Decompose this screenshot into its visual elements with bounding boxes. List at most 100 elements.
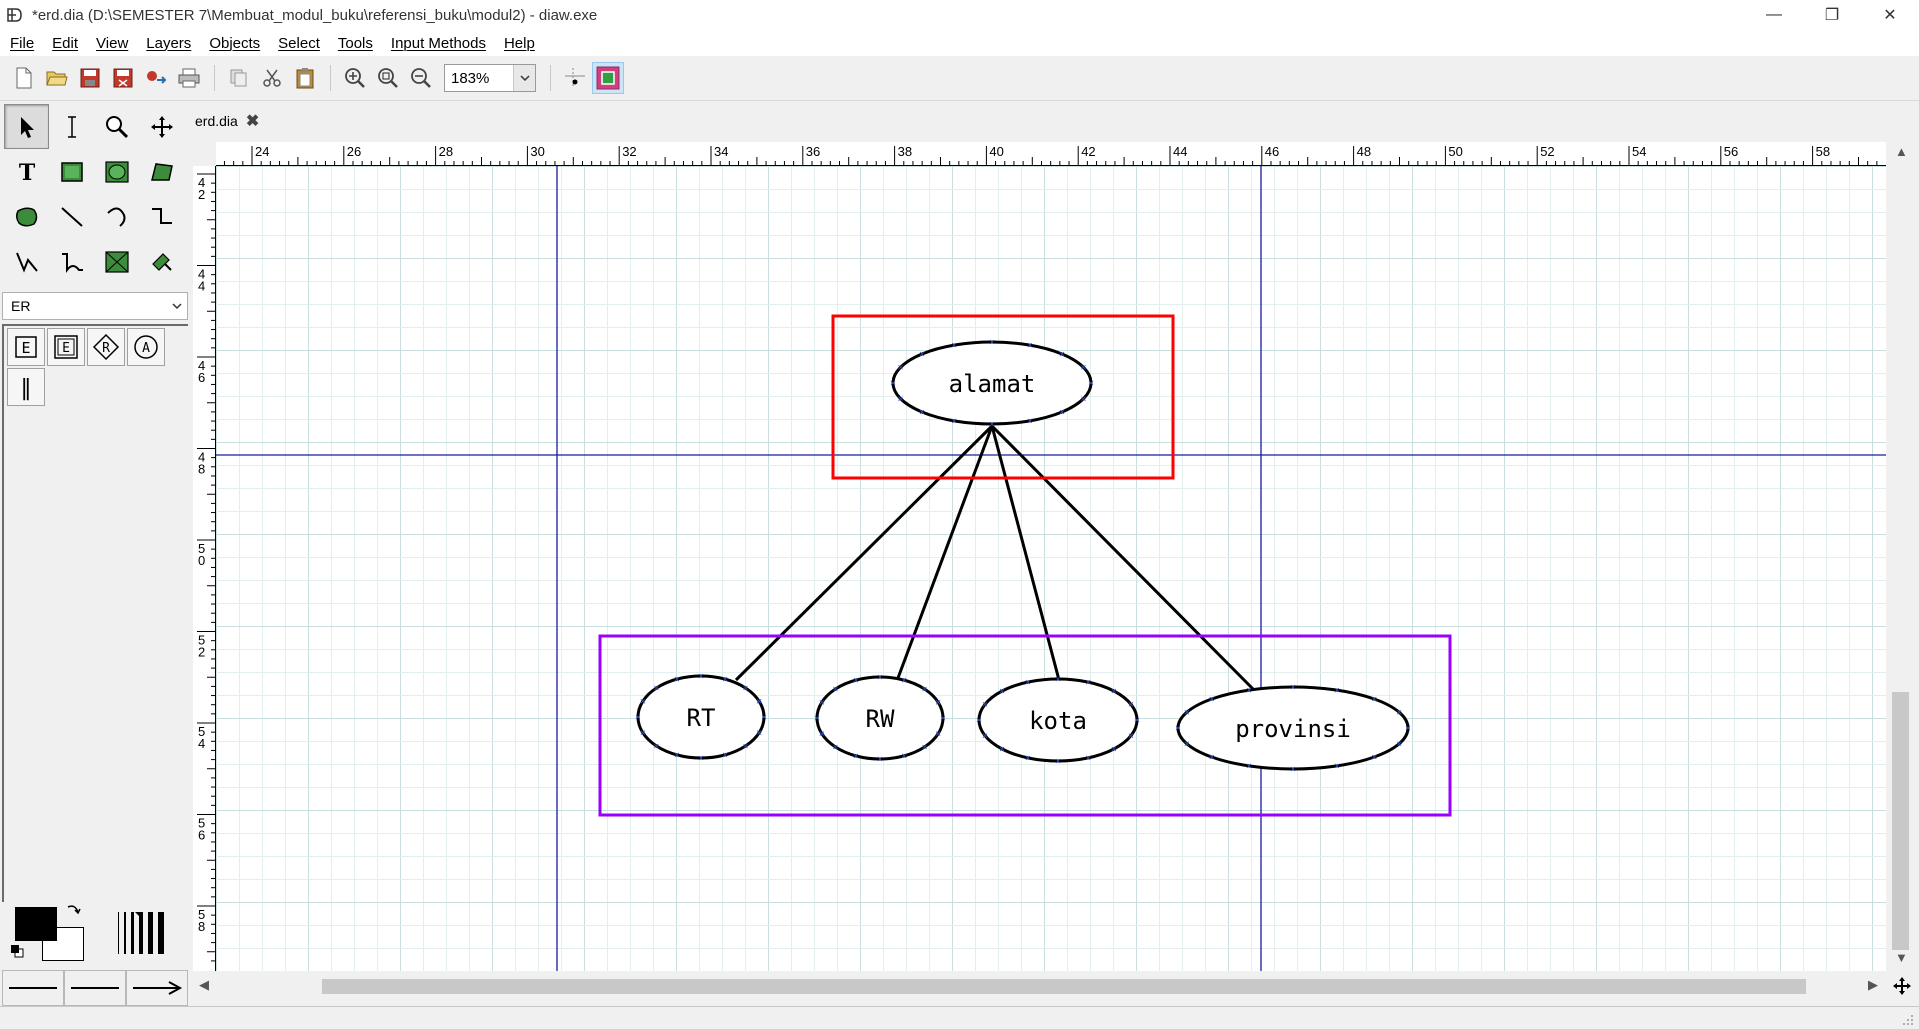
- line-type-selector[interactable]: [64, 970, 126, 1006]
- menu-help[interactable]: Help: [504, 35, 535, 52]
- line-tool[interactable]: [49, 194, 94, 239]
- arc-tool[interactable]: [94, 194, 139, 239]
- ruler-label: 48: [1357, 144, 1371, 159]
- outline-tool[interactable]: [139, 239, 184, 284]
- vertical-scrollbar[interactable]: ▲ ▼: [1888, 142, 1914, 971]
- horizontal-scrollbar[interactable]: ◀ ▶: [193, 974, 1888, 998]
- navigation-icon[interactable]: [1892, 976, 1912, 996]
- copy-button[interactable]: [223, 62, 255, 94]
- menu-select[interactable]: Select: [278, 35, 320, 52]
- bezier-icon: [61, 252, 83, 273]
- image-tool[interactable]: [94, 239, 139, 284]
- window-title: *erd.dia (D:\SEMESTER 7\Membuat_modul_bu…: [32, 6, 598, 24]
- reset-colors-icon[interactable]: [10, 944, 24, 958]
- connection-alamat-rt[interactable]: [734, 424, 994, 682]
- svg-text:E: E: [21, 339, 30, 357]
- ruler-label-digit: 6: [198, 370, 205, 385]
- pointer-tool[interactable]: [4, 104, 49, 149]
- menu-layers[interactable]: Layers: [146, 35, 191, 52]
- menu-edit[interactable]: Edit: [52, 35, 78, 52]
- scroll-down-icon[interactable]: ▼: [1895, 950, 1908, 965]
- resize-grip-icon[interactable]: [1901, 1013, 1915, 1027]
- text-edit-tool[interactable]: [49, 104, 94, 149]
- attribute-object[interactable]: A: [127, 328, 165, 366]
- sheet-selector[interactable]: ER: [2, 292, 188, 320]
- entity-object[interactable]: E: [7, 328, 45, 366]
- ruler-label-digit: 0: [198, 553, 205, 568]
- open-button[interactable]: [41, 62, 73, 94]
- ruler-label: 46: [1265, 144, 1279, 159]
- close-tab-icon[interactable]: ✖: [246, 111, 259, 131]
- ellipse-tool[interactable]: [94, 149, 139, 194]
- attribute-alamat-label: alamat: [949, 370, 1036, 398]
- diagram-canvas[interactable]: alamat RT RW kota provinsi: [216, 166, 1886, 971]
- chevron-down-icon[interactable]: [513, 65, 535, 91]
- close-button[interactable]: ✕: [1861, 0, 1919, 30]
- ruler-label: 40: [989, 144, 1003, 159]
- new-diagram-button[interactable]: [8, 62, 40, 94]
- connection-alamat-kota[interactable]: [990, 425, 1061, 681]
- paste-button[interactable]: [289, 62, 321, 94]
- arrow-right-icon: [133, 981, 183, 995]
- scroll-right-icon[interactable]: ▶: [1868, 977, 1878, 993]
- sheet-name[interactable]: ER: [3, 298, 167, 314]
- cut-button[interactable]: [256, 62, 288, 94]
- zoom-combo[interactable]: 183%: [444, 64, 536, 92]
- save-button[interactable]: [74, 62, 106, 94]
- weak-entity-object[interactable]: E: [47, 328, 85, 366]
- toolbar-separator: [214, 65, 215, 91]
- polyline-icon: [15, 252, 38, 273]
- zoom-value[interactable]: 183%: [445, 70, 513, 87]
- chevron-down-icon[interactable]: [167, 302, 187, 310]
- vertical-scroll-thumb[interactable]: [1892, 692, 1909, 950]
- color-selector[interactable]: [10, 902, 90, 962]
- line-style-selector: [2, 970, 188, 1006]
- print-button[interactable]: [173, 62, 205, 94]
- menu-tools[interactable]: Tools: [338, 35, 373, 52]
- save-as-button[interactable]: [107, 62, 139, 94]
- diagram-surface[interactable]: alamat RT RW kota provinsi: [216, 166, 1886, 971]
- menu-view[interactable]: View: [96, 35, 128, 52]
- main-toolbar: 183%: [0, 56, 1919, 101]
- participation-object[interactable]: ‖: [7, 368, 45, 406]
- line-width-selector[interactable]: [115, 910, 167, 956]
- box-tool[interactable]: [49, 149, 94, 194]
- zoom-out-button[interactable]: [405, 62, 437, 94]
- beziergon-tool[interactable]: [4, 194, 49, 239]
- magnify-icon: [105, 115, 128, 138]
- ruler-label: 50: [1448, 144, 1462, 159]
- swap-colors-icon[interactable]: [65, 902, 83, 920]
- menu-input-methods[interactable]: Input Methods: [391, 35, 486, 52]
- foreground-color-swatch[interactable]: [15, 907, 57, 941]
- scroll-left-icon[interactable]: ◀: [199, 977, 209, 993]
- scroll-up-icon[interactable]: ▲: [1895, 144, 1908, 159]
- ruler-label: 56: [1724, 144, 1738, 159]
- scroll-tool[interactable]: [139, 104, 184, 149]
- text-icon: T: [18, 160, 35, 184]
- export-button[interactable]: [140, 62, 172, 94]
- tab-erd-dia[interactable]: erd.dia ✖: [193, 105, 273, 137]
- zigzag-line-tool[interactable]: [139, 194, 184, 239]
- bezier-line-tool[interactable]: [49, 239, 94, 284]
- magnify-tool[interactable]: [94, 104, 139, 149]
- text-tool[interactable]: T: [4, 149, 49, 194]
- menu-file[interactable]: File: [10, 35, 34, 52]
- horizontal-scroll-thumb[interactable]: [322, 979, 1806, 994]
- snap-to-objects-button[interactable]: [592, 62, 624, 94]
- zoom-in-button[interactable]: [339, 62, 371, 94]
- start-arrow-selector[interactable]: [2, 970, 64, 1006]
- connection-alamat-rw[interactable]: [896, 425, 994, 679]
- horizontal-ruler: 24 26 28 30 32 34 36 38 40 42 44 46 48 50 52 54 56 58: [216, 142, 1886, 166]
- end-arrow-selector[interactable]: [126, 970, 188, 1006]
- snap-to-grid-button[interactable]: [559, 62, 591, 94]
- horizontal-ruler-graphic: 24 26 28 30 32 34 36 38 40 42 44 46 48 50 52 54 56 58: [223, 144, 1878, 165]
- polygon-tool[interactable]: [139, 149, 184, 194]
- polyline-tool[interactable]: [4, 239, 49, 284]
- ruler-label: 36: [806, 144, 820, 159]
- relationship-object[interactable]: R: [87, 328, 125, 366]
- zoom-fit-button[interactable]: [372, 62, 404, 94]
- menu-objects[interactable]: Objects: [209, 35, 260, 52]
- maximize-button[interactable]: ❐: [1803, 0, 1861, 30]
- ruler-label: 24: [255, 144, 269, 159]
- minimize-button[interactable]: —: [1745, 0, 1803, 30]
